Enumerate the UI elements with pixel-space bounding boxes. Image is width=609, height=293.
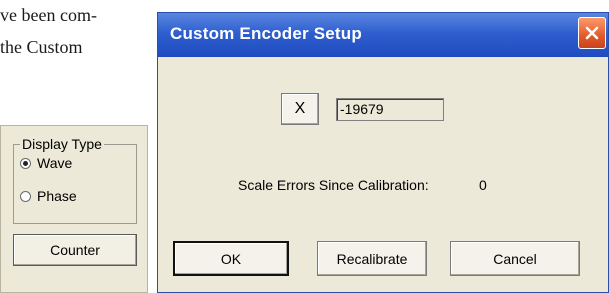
ok-button[interactable]: OK	[173, 241, 289, 276]
cancel-button[interactable]: Cancel	[450, 241, 580, 276]
title-bar[interactable]: Custom Encoder Setup	[158, 13, 608, 57]
scale-errors-value: 0	[479, 177, 487, 193]
phase-radio[interactable]: Phase	[20, 188, 77, 204]
display-type-title: Display Type	[20, 136, 104, 152]
counter-button[interactable]: Counter	[13, 234, 137, 266]
phase-radio-label: Phase	[37, 188, 77, 204]
close-icon	[585, 26, 599, 40]
wave-radio[interactable]: Wave	[20, 155, 72, 171]
dialog-title: Custom Encoder Setup	[170, 24, 362, 43]
scale-errors-label: Scale Errors Since Calibration:	[238, 177, 429, 193]
x-axis-button[interactable]: X	[281, 93, 319, 125]
document-text-line: ve been com-	[0, 5, 97, 25]
custom-encoder-setup-dialog: Custom Encoder Setup X -19679 Scale Erro…	[157, 12, 609, 293]
x-value-field[interactable]: -19679	[336, 98, 444, 121]
wave-radio-label: Wave	[37, 155, 73, 171]
display-type-panel: Display Type Wave Phase Counter	[0, 125, 148, 293]
recalibrate-button[interactable]: Recalibrate	[317, 241, 427, 276]
document-text-line: the Custom	[0, 37, 83, 57]
radio-unselected-icon	[20, 190, 31, 202]
close-button[interactable]	[578, 17, 606, 49]
display-type-groupbox: Display Type Wave Phase	[13, 136, 137, 224]
radio-selected-icon	[20, 157, 31, 169]
